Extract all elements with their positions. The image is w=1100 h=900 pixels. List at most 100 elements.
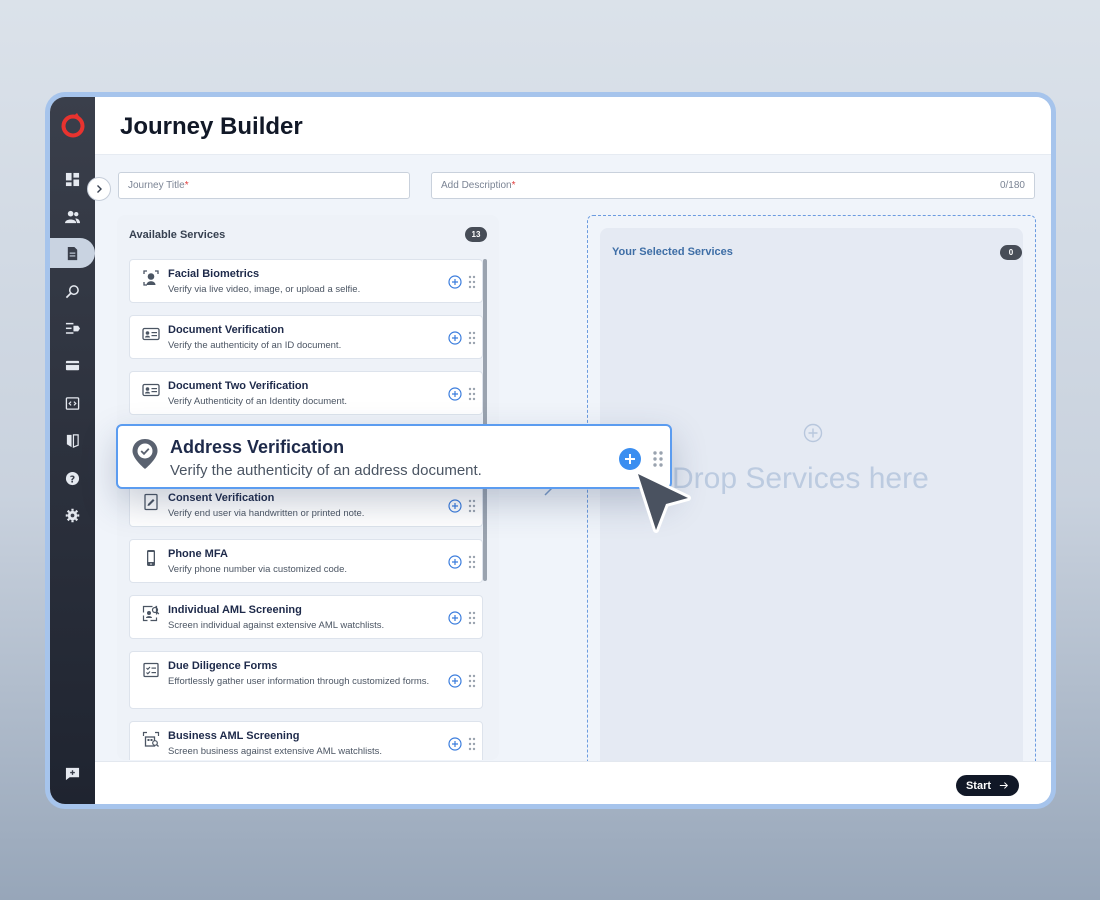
drag-handle-icon[interactable] [467,275,477,289]
sidebar-item-help[interactable]: ? [50,463,95,493]
service-description: Screen business against extensive AML wa… [168,746,383,757]
sidebar-item-search[interactable] [50,276,95,306]
sidebar: ? [50,97,95,804]
face-scan-icon [142,269,160,287]
services-scrollbar[interactable] [483,259,487,581]
sidebar-item-journeys[interactable] [50,238,95,268]
chevron-right-icon [97,185,102,193]
service-name: Consent Verification [168,492,275,504]
add-circle-icon [803,423,823,443]
service-card-phone-mfa[interactable]: Phone MFA Verify phone number via custom… [129,539,483,583]
add-circle-icon[interactable] [448,387,462,401]
journey-title-input[interactable]: Journey Title* [118,172,410,199]
drag-handle-icon[interactable] [651,450,665,468]
brand-logo[interactable] [60,113,86,139]
drag-handle-icon[interactable] [467,331,477,345]
help-icon: ? [65,471,80,485]
service-description: Verify the authenticity of an address do… [170,462,482,479]
service-name: Document Verification [168,324,285,336]
service-card-facial-biometrics[interactable]: Facial Biometrics Verify via live video,… [129,259,483,303]
svg-text:?: ? [70,474,75,485]
search-icon [65,284,79,298]
service-name: Address Verification [170,437,345,457]
card-icon [65,360,80,370]
add-circle-icon[interactable] [448,275,462,289]
sidebar-item-users[interactable] [50,201,95,231]
drag-handle-icon[interactable] [467,674,477,688]
service-name: Phone MFA [168,548,228,560]
drag-handle-icon[interactable] [467,499,477,513]
description-placeholder: Add Description [441,180,512,191]
settings-icon [65,508,80,522]
compare-icon [66,433,79,448]
drop-hint-text: Drop Services here [672,462,929,495]
description-input[interactable]: Add Description* 0/180 [431,172,1035,199]
service-description: Verify the authenticity of an ID documen… [168,340,342,351]
sidebar-item-developer[interactable] [50,388,95,418]
feedback-icon [65,767,80,780]
id-card-icon [142,325,160,343]
service-card-document-verification[interactable]: Document Verification Verify the authent… [129,315,483,359]
sidebar-item-feedback[interactable] [50,758,95,788]
service-description: Verify end user via handwritten or print… [168,508,365,519]
service-card-consent-verification[interactable]: Consent Verification Verify end user via… [129,483,483,527]
service-name: Due Diligence Forms [168,660,278,672]
description-char-counter: 0/180 [999,180,1025,191]
service-card-business-aml-screening[interactable]: Business AML Screening Screen business a… [129,721,483,760]
sidebar-item-compare[interactable] [50,425,95,455]
business-search-icon [142,731,160,749]
add-circle-icon[interactable] [448,331,462,345]
service-description: Verify via live video, image, or upload … [168,284,361,295]
list-tag-icon [65,322,80,334]
add-circle-icon[interactable] [448,611,462,625]
add-service-button[interactable] [619,448,641,470]
mouse-cursor-icon [635,471,691,533]
page-header: Journey Builder [95,97,1051,155]
service-name: Individual AML Screening [168,604,302,616]
required-mark: * [511,180,516,191]
journey-title-placeholder: Journey Title [128,180,185,191]
id-card-icon [142,381,160,399]
arrow-right-icon [999,782,1009,789]
service-description: Effortlessly gather user information thr… [168,676,430,687]
sidebar-item-billing[interactable] [50,350,95,380]
service-card-due-diligence-forms[interactable]: Due Diligence Forms Effortlessly gather … [129,651,483,709]
add-circle-icon[interactable] [448,674,462,688]
person-search-icon [142,605,160,623]
form-checklist-icon [142,661,160,679]
service-name: Facial Biometrics [168,268,260,280]
available-services-title: Available Services [129,229,226,241]
service-description: Screen individual against extensive AML … [168,620,385,631]
service-name: Document Two Verification [168,380,309,392]
service-description: Verify Authenticity of an Identity docum… [168,396,348,407]
journey-document-icon [67,246,78,260]
service-card-individual-aml-screening[interactable]: Individual AML Screening Screen individu… [129,595,483,639]
add-circle-icon[interactable] [448,499,462,513]
plus-icon [625,454,635,464]
sidebar-item-lists[interactable] [50,313,95,343]
start-button[interactable]: Start [956,775,1019,796]
add-circle-icon[interactable] [448,737,462,751]
available-count-badge: 13 [465,227,487,242]
phone-icon [142,549,160,567]
code-icon [65,396,80,410]
drag-handle-icon[interactable] [467,555,477,569]
users-icon [65,210,80,223]
drag-handle-icon[interactable] [467,737,477,751]
page-footer: Start [95,761,1051,804]
required-mark: * [184,180,189,191]
location-check-icon [131,438,159,470]
consent-note-icon [142,493,160,511]
drag-handle-icon[interactable] [467,387,477,401]
page-title: Journey Builder [120,113,303,140]
service-card-document-two-verification[interactable]: Document Two Verification Verify Authent… [129,371,483,415]
dashboard-icon [65,172,80,186]
dragging-service-card[interactable]: Address Verification Verify the authenti… [116,424,672,489]
sidebar-item-settings[interactable] [50,500,95,530]
selected-services-title: Your Selected Services [612,246,733,258]
sidebar-expand-button[interactable] [87,177,111,201]
service-description: Verify phone number via customized code. [168,564,348,575]
drag-handle-icon[interactable] [467,611,477,625]
start-button-label: Start [965,779,992,792]
add-circle-icon[interactable] [448,555,462,569]
